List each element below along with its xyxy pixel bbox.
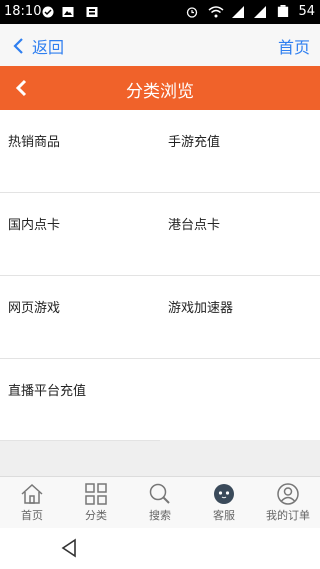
signal-icon xyxy=(232,6,244,18)
tab-orders-label: 我的订单 xyxy=(266,509,310,522)
status-bar: 18:10 54 xyxy=(0,0,320,24)
bottom-spacer xyxy=(0,440,320,476)
divider xyxy=(0,440,160,441)
notification-icon xyxy=(86,7,98,17)
category-row: 热销商品 手游充值 xyxy=(0,110,320,193)
category-item[interactable]: 手游充值 xyxy=(168,131,220,150)
battery-icon xyxy=(277,5,289,17)
home-icon xyxy=(21,483,43,504)
tab-home[interactable]: 首页 xyxy=(0,477,64,529)
category-header: 分类浏览 xyxy=(0,66,320,110)
system-nav-bar xyxy=(0,528,320,569)
grid-icon xyxy=(85,483,107,505)
home-link[interactable]: 首页 xyxy=(278,34,310,58)
tab-orders[interactable]: 我的订单 xyxy=(256,477,320,529)
category-item[interactable]: 游戏加速器 xyxy=(168,297,233,316)
bottom-tab-bar: 首页 分类 搜索 客服 我的订单 xyxy=(0,476,320,529)
tab-search-label: 搜索 xyxy=(149,509,171,522)
tab-category[interactable]: 分类 xyxy=(64,477,128,529)
check-circle-icon xyxy=(42,6,54,18)
category-item[interactable]: 热销商品 xyxy=(8,131,60,150)
category-item[interactable]: 直播平台充值 xyxy=(8,380,86,399)
wifi-icon xyxy=(208,6,224,18)
back-triangle-icon[interactable] xyxy=(60,538,78,558)
category-row: 网页游戏 游戏加速器 xyxy=(0,276,320,359)
category-row: 直播平台充值 xyxy=(0,359,320,441)
app-nav-bar: 返回 首页 xyxy=(0,24,320,67)
category-item[interactable]: 网页游戏 xyxy=(8,297,60,316)
user-icon xyxy=(277,483,299,505)
chevron-left-icon xyxy=(13,38,23,54)
page-title: 分类浏览 xyxy=(126,82,194,102)
category-row: 国内点卡 港台点卡 xyxy=(0,193,320,276)
tab-category-label: 分类 xyxy=(85,509,107,522)
back-button[interactable]: 返回 xyxy=(12,34,64,58)
category-item[interactable]: 港台点卡 xyxy=(168,214,220,233)
tab-service-label: 客服 xyxy=(213,509,235,522)
category-item[interactable]: 国内点卡 xyxy=(8,214,60,233)
category-grid: 热销商品 手游充值 国内点卡 港台点卡 网页游戏 游戏加速器 直播平台充值 xyxy=(0,110,320,441)
tab-search[interactable]: 搜索 xyxy=(128,477,192,529)
battery-level: 54 xyxy=(298,4,315,19)
tab-home-label: 首页 xyxy=(21,509,43,522)
search-icon xyxy=(149,483,170,504)
back-label: 返回 xyxy=(32,38,65,57)
image-icon xyxy=(62,7,74,17)
alarm-icon xyxy=(186,7,198,18)
tab-service[interactable]: 客服 xyxy=(192,477,256,529)
customer-service-icon xyxy=(214,484,234,504)
status-time: 18:10 xyxy=(4,4,42,19)
signal-icon-2 xyxy=(254,6,266,18)
